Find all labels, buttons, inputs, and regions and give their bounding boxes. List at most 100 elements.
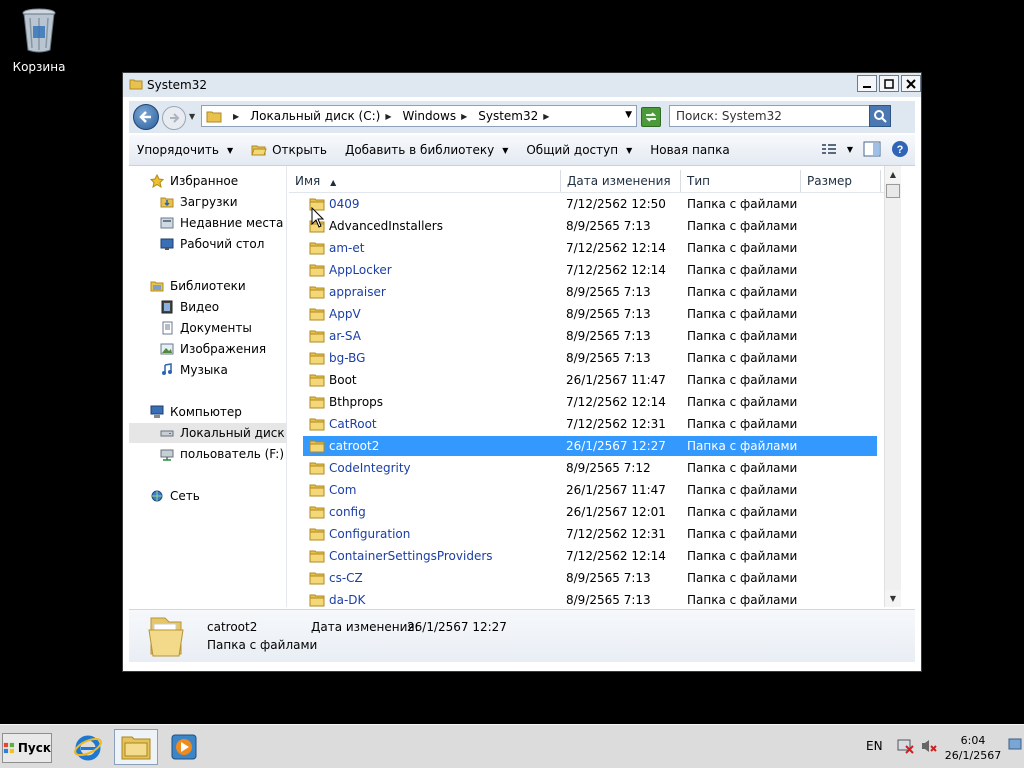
new-folder-button[interactable]: Новая папка xyxy=(650,143,729,157)
language-indicator[interactable]: EN xyxy=(866,739,883,753)
share-button[interactable]: Общий доступ ▼ xyxy=(526,143,632,157)
chevron-down-icon: ▼ xyxy=(226,145,234,155)
nav-music[interactable]: Музыка xyxy=(129,360,286,380)
table-row[interactable]: config 26/1/2567 12:01 Папка с файлами xyxy=(303,502,877,522)
file-date: 7/12/2562 12:31 xyxy=(566,417,666,431)
preview-pane-icon[interactable] xyxy=(863,141,881,157)
table-row[interactable]: CatRoot 7/12/2562 12:31 Папка с файлами xyxy=(303,414,877,434)
nav-computer[interactable]: Компьютер xyxy=(129,402,286,422)
view-dropdown-icon[interactable]: ▼ xyxy=(847,145,853,154)
vertical-scrollbar[interactable]: ▲ ▼ xyxy=(884,166,901,607)
table-row[interactable]: AppV 8/9/2565 7:13 Папка с файлами xyxy=(303,304,877,324)
close-button[interactable] xyxy=(901,75,921,92)
column-name-header[interactable]: Имя ▲ xyxy=(289,170,561,192)
scroll-thumb[interactable] xyxy=(886,184,900,198)
nav-images[interactable]: Изображения xyxy=(129,339,286,359)
file-date: 26/1/2567 12:27 xyxy=(566,439,666,453)
breadcrumb-local-disk[interactable]: Локальный диск (C:) ▶ xyxy=(250,109,396,123)
volume-muted-icon[interactable] xyxy=(920,738,938,754)
minimize-button[interactable] xyxy=(857,75,877,92)
refresh-button[interactable] xyxy=(641,107,661,127)
nav-downloads[interactable]: Загрузки xyxy=(129,192,286,212)
add-to-library-button[interactable]: Добавить в библиотеку ▼ xyxy=(345,143,508,157)
file-name: cs-CZ xyxy=(329,571,363,585)
file-type: Папка с файлами xyxy=(687,527,798,541)
table-row[interactable]: CodeIntegrity 8/9/2565 7:12 Папка с файлам… xyxy=(303,458,877,478)
taskbar-media-player[interactable] xyxy=(162,729,206,765)
folder-icon xyxy=(309,594,325,607)
table-row[interactable]: Com 26/1/2567 11:47 Папка с файлами xyxy=(303,480,877,500)
file-date: 7/12/2562 12:50 xyxy=(566,197,666,211)
folder-icon xyxy=(309,286,325,299)
column-date-header[interactable]: Дата изменения xyxy=(561,170,681,192)
table-row[interactable]: 0409 7/12/2562 12:50 Папка с файлами xyxy=(303,194,877,214)
table-row[interactable]: appraiser 8/9/2565 7:13 Папка с файлами xyxy=(303,282,877,302)
breadcrumb-root-arrow[interactable]: ▶ xyxy=(228,112,244,121)
view-options-icon[interactable] xyxy=(821,142,837,156)
table-row[interactable]: catroot2 26/1/2567 12:27 Папка с файлами xyxy=(303,436,877,456)
title-bar[interactable]: System32 xyxy=(123,73,921,97)
column-type-header[interactable]: Тип xyxy=(681,170,801,192)
table-row[interactable]: am-et 7/12/2562 12:14 Папка с файлами xyxy=(303,238,877,258)
back-button[interactable] xyxy=(133,104,159,130)
nav-network[interactable]: Сеть xyxy=(129,486,286,506)
file-name: AppLocker xyxy=(329,263,392,277)
maximize-button[interactable] xyxy=(879,75,899,92)
start-button[interactable]: Пуск xyxy=(2,733,52,763)
taskbar-explorer[interactable] xyxy=(114,729,158,765)
table-row[interactable]: ContainerSettingsProviders 7/12/2562 12:1… xyxy=(303,546,877,566)
folder-icon xyxy=(309,462,325,475)
help-icon[interactable]: ? xyxy=(891,140,909,158)
table-row[interactable]: Boot 26/1/2567 11:47 Папка с файлами xyxy=(303,370,877,390)
nav-libraries[interactable]: Библиотеки xyxy=(129,276,286,296)
nav-favorites[interactable]: Избранное xyxy=(129,171,286,191)
scroll-down-button[interactable]: ▼ xyxy=(885,590,901,607)
recycle-bin[interactable]: Корзина xyxy=(8,6,70,74)
recent-pages-dropdown[interactable]: ▼ xyxy=(189,112,195,121)
minimize-icon xyxy=(863,85,871,88)
file-type: Папка с файлами xyxy=(687,241,798,255)
large-folder-icon xyxy=(148,617,184,657)
breadcrumb-system32[interactable]: System32 ▶ xyxy=(478,109,554,123)
nav-local-disk[interactable]: Локальный диск (C xyxy=(129,423,286,443)
table-row[interactable]: Bthprops 7/12/2562 12:14 Папка с файлами xyxy=(303,392,877,412)
table-row[interactable]: cs-CZ 8/9/2565 7:13 Папка с файлами xyxy=(303,568,877,588)
search-button[interactable] xyxy=(869,105,891,127)
organize-button[interactable]: Упорядочить ▼ xyxy=(137,143,233,157)
file-date: 26/1/2567 12:01 xyxy=(566,505,666,519)
nav-user-drive[interactable]: польователь (F:) xyxy=(129,444,286,464)
search-input[interactable]: Поиск: System32 xyxy=(669,105,891,127)
column-size-header[interactable]: Размер xyxy=(801,170,881,192)
show-desktop-icon[interactable] xyxy=(1008,737,1022,753)
clock-time: 6:04 xyxy=(960,734,986,747)
action-center-icon[interactable] xyxy=(897,738,915,754)
file-type: Папка с файлами xyxy=(687,549,798,563)
address-history-dropdown[interactable]: ▼ xyxy=(625,110,632,120)
nav-recent-places[interactable]: Недавние места xyxy=(129,213,286,233)
forward-button[interactable] xyxy=(162,106,186,130)
taskbar-internet-explorer[interactable] xyxy=(66,729,110,765)
table-row[interactable]: da-DK 8/9/2565 7:13 Папка с файлами xyxy=(303,590,877,607)
file-date: 7/12/2562 12:14 xyxy=(566,395,666,409)
back-arrow-icon xyxy=(139,111,151,123)
column-headers: Имя ▲ Дата изменения Тип Размер xyxy=(289,170,901,193)
media-player-icon xyxy=(171,734,197,760)
open-button[interactable]: Открыть xyxy=(251,143,327,157)
folder-icon xyxy=(309,242,325,255)
table-row[interactable]: AdvancedInstallers 8/9/2565 7:13 Папка с ф… xyxy=(303,216,877,236)
table-row[interactable]: bg-BG 8/9/2565 7:13 Папка с файлами xyxy=(303,348,877,368)
table-row[interactable]: ar-SA 8/9/2565 7:13 Папка с файлами xyxy=(303,326,877,346)
nav-documents[interactable]: Документы xyxy=(129,318,286,338)
scroll-up-button[interactable]: ▲ xyxy=(885,166,901,183)
nav-video[interactable]: Видео xyxy=(129,297,286,317)
chevron-down-icon: ▼ xyxy=(502,145,509,155)
nav-desktop[interactable]: Рабочий стол xyxy=(129,234,286,254)
breadcrumb-windows[interactable]: Windows ▶ xyxy=(403,109,473,123)
table-row[interactable]: AppLocker 7/12/2562 12:14 Папка с файлами xyxy=(303,260,877,280)
file-type: Папка с файлами xyxy=(687,351,798,365)
clock[interactable]: 6:04 26/1/2567 xyxy=(942,733,1004,763)
table-row[interactable]: Configuration 7/12/2562 12:31 Папка с файл… xyxy=(303,524,877,544)
file-name: ar-SA xyxy=(329,329,361,343)
address-bar[interactable]: ▶ Локальный диск (C:) ▶ Windows ▶ System32… xyxy=(201,105,637,127)
file-type: Папка с файлами xyxy=(687,571,798,585)
